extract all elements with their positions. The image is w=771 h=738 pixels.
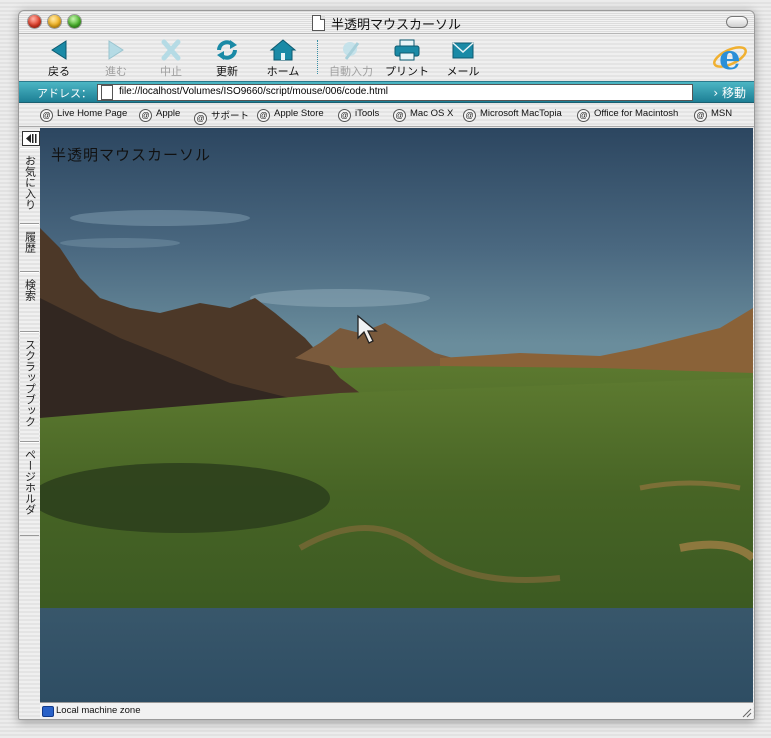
tab-scrapbook-label: スクラップブック bbox=[23, 339, 37, 427]
print-button[interactable]: プリント bbox=[377, 36, 437, 79]
favorite-item[interactable]: @ Mac OS X bbox=[393, 108, 453, 122]
status-bar: Local machine zone bbox=[40, 702, 753, 719]
at-link-icon: @ bbox=[694, 109, 707, 122]
favorite-item[interactable]: @ MSN bbox=[694, 108, 732, 122]
favorites-bar: @ Live Home Page @ Apple @ サポート @ Apple Stor… bbox=[19, 104, 754, 127]
favorite-label: Microsoft MacTopia bbox=[480, 108, 562, 119]
explorer-bar-tabs: お気に入り 履歴 検索 スクラップブック ページホルダ bbox=[19, 128, 40, 701]
mouse-cursor-icon bbox=[357, 314, 378, 344]
address-url: file://localhost/Volumes/ISO9660/script/… bbox=[119, 86, 389, 97]
mail-label: メール bbox=[446, 65, 480, 78]
sidebar-toggle-icon[interactable] bbox=[22, 131, 40, 146]
at-link-icon: @ bbox=[40, 109, 53, 122]
at-link-icon: @ bbox=[194, 112, 207, 125]
print-label: プリント bbox=[385, 65, 429, 78]
stop-x-icon bbox=[161, 39, 181, 61]
stop-label: 中止 bbox=[160, 65, 182, 78]
tab-search[interactable]: 検索 bbox=[20, 272, 39, 332]
favorite-label: MSN bbox=[711, 108, 733, 119]
autofill-label: 自動入力 bbox=[329, 65, 373, 78]
internet-explorer-logo-icon: e bbox=[713, 38, 747, 77]
toolbar-separator bbox=[317, 40, 318, 74]
favorite-item[interactable]: @ サポート bbox=[194, 108, 249, 125]
back-arrow-icon bbox=[51, 40, 67, 60]
tab-favorites-label: お気に入り bbox=[23, 155, 37, 210]
tab-page-holder-label: ページホルダ bbox=[23, 449, 37, 515]
status-zone-text: Local machine zone bbox=[56, 705, 141, 716]
favorite-item[interactable]: @ Apple bbox=[139, 108, 180, 122]
favorite-item[interactable]: @ Live Home Page bbox=[40, 108, 127, 122]
at-link-icon: @ bbox=[577, 109, 590, 122]
favorite-label: サポート bbox=[211, 111, 250, 122]
favorite-label: iTools bbox=[355, 108, 380, 119]
tab-search-label: 検索 bbox=[23, 279, 37, 301]
page-title: 半透明マウスカーソル bbox=[51, 146, 212, 164]
forward-button[interactable]: 進む bbox=[86, 36, 146, 79]
title-bar[interactable]: 半透明マウスカーソル bbox=[19, 11, 754, 34]
autofill-button[interactable]: 自動入力 bbox=[321, 36, 381, 79]
document-icon bbox=[311, 15, 325, 31]
forward-arrow-icon bbox=[108, 40, 124, 60]
go-button[interactable]: › 移動 bbox=[713, 84, 746, 101]
window-title: 半透明マウスカーソル bbox=[330, 18, 461, 33]
browser-window: 半透明マウスカーソル 戻る 進む 中止 更新 ホーム 自動入力 プリント メール… bbox=[18, 10, 755, 720]
home-icon bbox=[269, 39, 297, 61]
forward-label: 進む bbox=[105, 65, 127, 78]
at-link-icon: @ bbox=[393, 109, 406, 122]
security-zone-icon bbox=[42, 706, 54, 717]
favorite-item[interactable]: @ Office for Macintosh bbox=[577, 108, 678, 122]
web-content: 半透明マウスカーソル bbox=[40, 128, 753, 702]
favorite-item[interactable]: @ iTools bbox=[338, 108, 379, 122]
favorite-item[interactable]: @ Apple Store bbox=[257, 108, 324, 122]
favorite-label: Live Home Page bbox=[57, 108, 128, 119]
autofill-pen-icon bbox=[343, 42, 360, 60]
window-title-wrap: 半透明マウスカーソル bbox=[19, 14, 754, 33]
landscape-image bbox=[40, 128, 753, 608]
tab-history-label: 履歴 bbox=[23, 231, 37, 253]
refresh-icon bbox=[217, 40, 237, 60]
printer-icon bbox=[394, 39, 420, 61]
at-link-icon: @ bbox=[257, 109, 270, 122]
address-bar: アドレス： file://localhost/Volumes/ISO9660/s… bbox=[19, 81, 754, 103]
at-link-icon: @ bbox=[463, 109, 476, 122]
at-link-icon: @ bbox=[338, 109, 351, 122]
favorite-label: Apple bbox=[156, 108, 181, 119]
go-label: 移動 bbox=[721, 86, 746, 100]
refresh-button[interactable]: 更新 bbox=[197, 36, 257, 79]
page-icon bbox=[101, 85, 113, 100]
mail-button[interactable]: メール bbox=[433, 36, 493, 79]
tab-history[interactable]: 履歴 bbox=[20, 224, 39, 272]
refresh-label: 更新 bbox=[216, 65, 238, 78]
svg-text:e: e bbox=[719, 38, 741, 77]
mail-envelope-icon bbox=[452, 42, 474, 59]
home-label: ホーム bbox=[266, 65, 300, 78]
back-label: 戻る bbox=[48, 65, 70, 78]
address-input[interactable]: file://localhost/Volumes/ISO9660/script/… bbox=[97, 84, 693, 101]
tab-favorites[interactable]: お気に入り bbox=[20, 148, 39, 224]
at-link-icon: @ bbox=[139, 109, 152, 122]
address-label: アドレス： bbox=[37, 87, 92, 100]
stop-button[interactable]: 中止 bbox=[141, 36, 201, 79]
resize-grip-icon[interactable] bbox=[740, 706, 752, 718]
favorite-label: Apple Store bbox=[274, 108, 324, 119]
toolbar: 戻る 進む 中止 更新 ホーム 自動入力 プリント メール e bbox=[19, 34, 754, 82]
home-button[interactable]: ホーム bbox=[253, 36, 313, 79]
favorite-label: Mac OS X bbox=[410, 108, 454, 119]
back-button[interactable]: 戻る bbox=[29, 36, 89, 79]
collapse-button[interactable] bbox=[726, 16, 748, 28]
favorite-label: Office for Macintosh bbox=[594, 108, 679, 119]
tab-scrapbook[interactable]: スクラップブック bbox=[20, 332, 39, 442]
favorite-item[interactable]: @ Microsoft MacTopia bbox=[463, 108, 562, 122]
tab-page-holder[interactable]: ページホルダ bbox=[20, 442, 39, 536]
